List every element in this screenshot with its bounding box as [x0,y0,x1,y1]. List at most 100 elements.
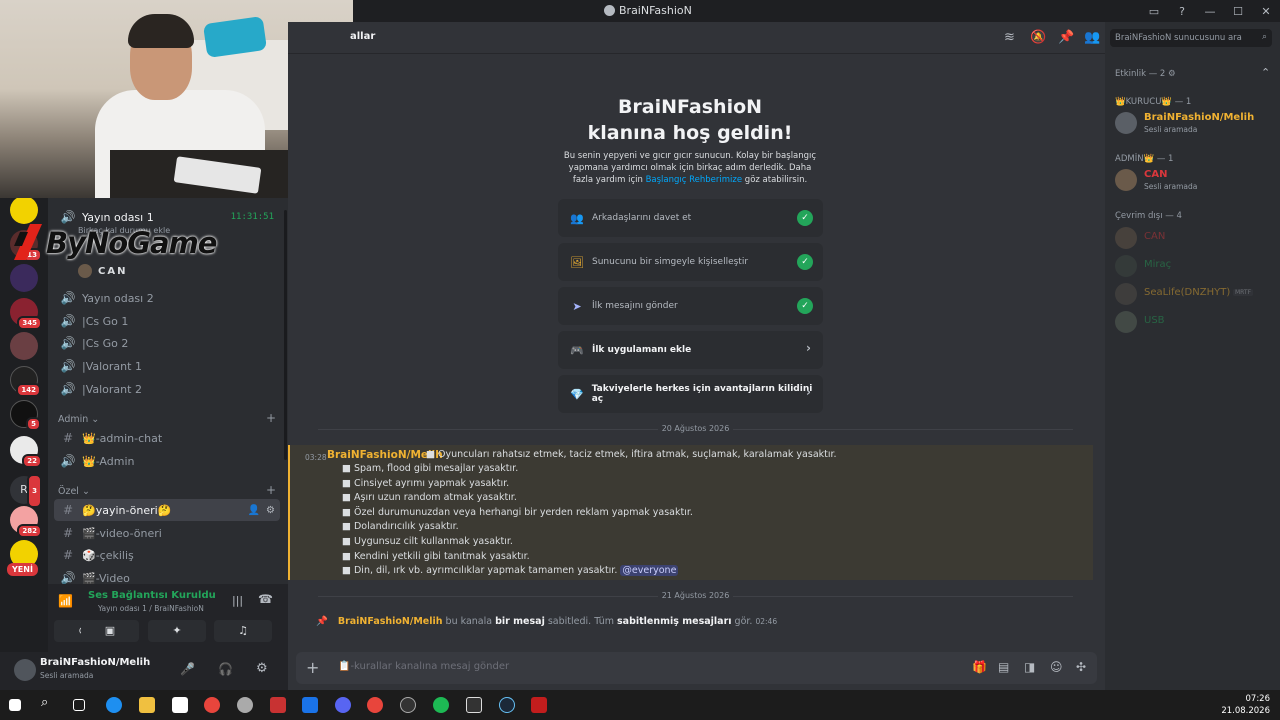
server-icon[interactable]: R3 [10,474,42,508]
screen-share-button[interactable]: ▣ [81,620,139,642]
voice-channel[interactable]: 🔊 |Cs Go 1 [54,310,280,332]
gif-icon[interactable]: ▤ [998,660,1009,674]
avatar [1115,283,1137,305]
voice-channel[interactable]: 🔊 |Cs Go 2 [54,332,280,354]
system-author[interactable]: BraiNFashioN/Melih [338,616,443,627]
member-item[interactable]: CAN [1115,225,1275,253]
task-boost[interactable]: 💎 Takviyelerle herkes için avantajların k… [558,375,823,413]
add-attachment-icon[interactable]: + [306,658,319,677]
sticker-icon[interactable]: ◨ [1024,660,1035,674]
voice-channel[interactable]: 🔊 👑-Admin [54,450,280,472]
soundboard-button[interactable]: ♫ [214,620,272,642]
discord-icon[interactable] [335,697,351,713]
voice-channel[interactable]: 🔊 Yayın odası 2 [54,287,280,309]
voice-channel[interactable]: 🔊 |Valorant 1 [54,355,280,377]
add-channel-icon[interactable]: + [266,411,276,425]
server-icon[interactable] [10,264,38,292]
task-invite-friends[interactable]: 👥 Arkadaşlarını davet et ✓ [558,199,823,237]
username[interactable]: BraiNFashioN/Melih [40,657,150,668]
gift-icon[interactable]: 🎁 [972,660,987,674]
edge-icon[interactable] [106,697,122,713]
voice-status[interactable]: Ses Bağlantısı Kuruldu [88,590,216,601]
emoji-icon[interactable]: ☺ [1050,660,1063,674]
winrar-icon[interactable] [270,697,286,713]
server-icon[interactable]: 22 [10,436,42,468]
invite-icon[interactable]: 👤 [248,505,260,516]
server-icon[interactable] [10,332,38,360]
text-channel-selected[interactable]: # 🤔yayin-öneri🤔 👤 ⚙ [54,499,280,521]
headphones-icon[interactable]: 🎧 [218,662,233,676]
chrome-icon[interactable] [204,697,220,713]
chevron-up-icon[interactable]: ⌃ [1261,66,1270,79]
app-icon[interactable] [466,697,482,713]
voice-location[interactable]: Yayın odası 1 / BraiNFashioN [98,604,204,613]
task-view-icon[interactable] [73,699,85,711]
system-clock[interactable]: 07:26 21.08.2026 [1221,693,1270,717]
member-item[interactable]: USB [1115,309,1275,337]
server-icon[interactable]: 345 [10,298,42,330]
system-message: 📌 BraiNFashioN/Melih bu kanala bir mesaj … [316,616,777,627]
gear-icon[interactable]: ⚙ [266,505,275,516]
avatar [1115,311,1137,333]
start-icon[interactable] [9,699,21,711]
channel-label: Yayın odası 2 [82,291,154,305]
maximize-button[interactable]: ☐ [1224,5,1252,18]
category-ozel[interactable]: Özel ⌄ [58,486,90,497]
hash-icon: # [62,526,74,540]
user-settings-icon[interactable]: ⚙ [256,661,268,676]
app-icon[interactable] [237,697,253,713]
threads-icon[interactable]: ≋ [1004,30,1015,45]
notifications-muted-icon[interactable]: 🔕 [1030,30,1046,45]
pin-icon[interactable]: 📌 [1058,30,1074,45]
voice-user[interactable]: CAN [78,264,127,278]
text-channel[interactable]: # 🎲-çekiliş [54,544,280,566]
app-icon[interactable] [531,697,547,713]
stream-logo: ByNoGame [12,222,217,264]
search-icon[interactable]: ⌕ [41,695,57,711]
obs-icon[interactable] [400,697,416,713]
spotify-icon[interactable] [433,697,449,713]
server-search-input[interactable]: BraiNFashioN sunucusunu ara ⌕ [1110,29,1272,47]
task-first-message[interactable]: ➤ İlk mesajını gönder ✓ [558,287,823,325]
member-item[interactable]: BraiNFashioN/Melih Sesli aramada [1115,110,1275,138]
server-icon[interactable] [10,196,38,224]
file-explorer-icon[interactable] [139,697,155,713]
app-icon[interactable] [302,697,318,713]
mention[interactable]: @everyone [620,565,679,576]
pinned-messages-link[interactable]: sabitlenmiş mesajları [617,616,732,627]
apps-icon[interactable]: ✣ [1076,660,1086,674]
noise-suppression-icon[interactable]: ||| [232,594,243,607]
store-icon[interactable] [172,697,188,713]
server-icon[interactable]: 282 [10,506,42,538]
text-channel[interactable]: # 🎬-video-öneri [54,522,280,544]
task-label: Sunucunu bir simgeyle kişiselleştir [592,257,749,267]
message-input[interactable]: 📋-kurallar kanalına mesaj gönder [338,661,509,672]
scrollbar[interactable] [284,210,287,460]
help-icon[interactable]: ? [1168,5,1196,18]
microphone-icon[interactable]: 🎤 [180,662,195,676]
voice-channel[interactable]: 🔊 |Valorant 2 [54,378,280,400]
close-button[interactable]: ✕ [1252,5,1280,18]
task-add-app[interactable]: 🎮 İlk uygulamanı ekle › [558,331,823,369]
minimize-button[interactable]: — [1196,5,1224,18]
steam-icon[interactable] [499,697,515,713]
task-customize-server[interactable]: 🖼 Sunucunu bir simgeyle kişiselleştir ✓ [558,243,823,281]
activities-button[interactable]: ✦ [148,620,206,642]
member-item[interactable]: CAN Sesli aramada [1115,167,1275,195]
guide-link[interactable]: Başlangıç Rehberimize [646,175,743,185]
add-channel-icon[interactable]: + [266,483,276,497]
avatar[interactable] [14,659,36,681]
message[interactable]: 03:28 BraiNFashioN/Melih ■ Oyuncuları ra… [288,445,1093,580]
signal-icon[interactable]: 📶 [58,594,73,608]
inbox-icon[interactable]: ▭ [1140,5,1168,18]
category-admin[interactable]: Admin ⌄ [58,414,99,425]
member-item[interactable]: SeaLife(DNZHYT) MRTF [1115,281,1275,309]
disconnect-icon[interactable]: ☎ [258,592,273,606]
chrome-icon[interactable] [367,697,383,713]
pinned-message-link[interactable]: bir mesaj [495,616,545,627]
server-icon[interactable]: 5 [10,400,41,431]
server-icon[interactable]: 142 [10,366,41,397]
member-list-icon[interactable]: 👥 [1084,30,1100,45]
member-item[interactable]: Miraç [1115,253,1275,281]
text-channel[interactable]: # 👑-admin-chat [54,427,280,449]
